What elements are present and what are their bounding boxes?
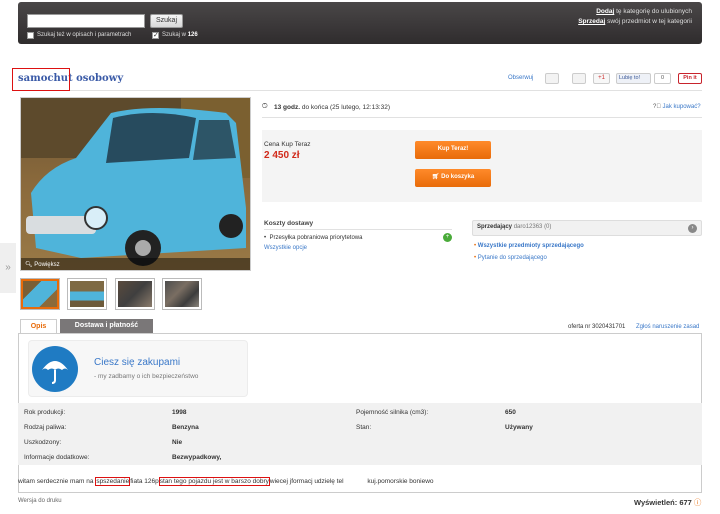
- print-version-link[interactable]: Wersja do druku: [18, 498, 62, 504]
- watch-link[interactable]: Obserwuj: [508, 75, 533, 81]
- gplus-button[interactable]: +1: [593, 73, 610, 84]
- umbrella-icon: [32, 346, 78, 392]
- title-divider: [70, 90, 702, 91]
- car-photo-image: [21, 98, 250, 270]
- seller-all-items[interactable]: • Wszystkie przedmioty sprzedającego: [474, 243, 584, 249]
- help-link[interactable]: ?⃝ Jak kupować?: [653, 104, 701, 110]
- question-icon: ?⃝: [653, 104, 661, 110]
- timer-divider: [262, 117, 702, 118]
- info-icon: ⓘ: [693, 498, 702, 507]
- search-category-checkbox[interactable]: [152, 31, 159, 39]
- search-input[interactable]: [27, 14, 145, 28]
- banner-title: Ciesz się zakupami: [94, 357, 181, 368]
- shipping-divider: [264, 229, 452, 230]
- pinit-button[interactable]: Pin it: [678, 73, 702, 84]
- param-label: Stan:: [356, 424, 372, 431]
- magnifier-icon: 🔍︎: [25, 262, 33, 268]
- tab-description[interactable]: Opis: [20, 319, 57, 333]
- time-remaining: 13 godz. do końca (25 lutego, 12:13:32): [274, 104, 391, 111]
- param-value: Używany: [505, 424, 533, 431]
- title-highlight-box: [12, 68, 70, 91]
- price-label: Cena Kup Teraz: [264, 141, 311, 148]
- seller-info: Sprzedający daro12363 (0): [477, 224, 552, 230]
- zoom-label[interactable]: 🔍︎ Powiększ: [25, 261, 60, 268]
- buy-now-button[interactable]: Kup Teraz!: [415, 141, 491, 159]
- sell-link[interactable]: Sprzedaj: [578, 18, 605, 25]
- sell-in-category-text: Sprzedaj swój przedmiot w tej kategorii: [578, 18, 692, 25]
- main-photo[interactable]: 🔍︎ Powiększ: [20, 97, 251, 271]
- param-value: Bezwypadkowy,: [172, 454, 222, 461]
- plus-icon[interactable]: +: [443, 233, 452, 242]
- thumbnail-2[interactable]: [67, 278, 107, 310]
- seller-expand-icon[interactable]: ›: [688, 224, 697, 233]
- search-button[interactable]: Szukaj: [150, 14, 183, 28]
- param-label: Rodzaj paliwa:: [24, 424, 67, 431]
- clock-icon: 🕓︎: [262, 103, 268, 110]
- side-expand-arrow[interactable]: »: [0, 243, 16, 293]
- param-value: Benzyna: [172, 424, 199, 431]
- cart-icon: 🛒︎: [431, 174, 440, 180]
- seller-ask-question[interactable]: • Pytanie do sprzedającego: [474, 255, 547, 261]
- param-label: Uszkodzony:: [24, 439, 62, 446]
- highlight-spszedanie: spszedanie: [95, 477, 131, 486]
- report-violation-link[interactable]: Zgłoś naruszenie zasad: [636, 324, 699, 330]
- thumbnail-1[interactable]: [20, 278, 60, 310]
- param-value: Nie: [172, 439, 183, 446]
- param-label: Pojemność silnika (cm3):: [356, 409, 429, 416]
- param-value: 1998: [172, 409, 187, 416]
- price-value: 2 450 zł: [264, 150, 300, 161]
- highlight-stan: stan tego pojazdu jest w barszo dobry: [158, 477, 270, 486]
- thumbnail-4[interactable]: [162, 278, 202, 310]
- search-category-label: Szukaj w 126: [162, 32, 198, 38]
- param-label: Rok produkcji:: [24, 409, 66, 416]
- shipping-item: • Przesyłka pobraniowa priorytetowa: [264, 235, 363, 241]
- offer-number: oferta nr 3020431701: [568, 324, 626, 330]
- favorite-category-text: Dodaj tę kategorię do ulubionych: [596, 8, 692, 15]
- fb-like-button[interactable]: Lubię to!: [616, 73, 651, 84]
- thumbnail-3[interactable]: [115, 278, 155, 310]
- param-value: 650: [505, 409, 516, 416]
- param-label: Informacje dodatkowe:: [24, 454, 90, 461]
- add-to-cart-button[interactable]: 🛒︎ Do koszyka: [415, 169, 491, 187]
- search-descriptions-label: Szukaj też w opisach i parametrach: [37, 32, 132, 38]
- all-shipping-options-link[interactable]: Wszystkie opcje: [264, 245, 307, 251]
- search-descriptions-checkbox[interactable]: [27, 32, 34, 39]
- tab-delivery-payment[interactable]: Dostawa i płatność: [60, 319, 153, 333]
- share-button[interactable]: [572, 73, 586, 84]
- email-share-button[interactable]: [545, 73, 559, 84]
- description-text: witam serdecznie mam na spszedaniefiata …: [18, 477, 434, 486]
- banner-subtitle: - my zadbamy o ich bezpieczeństwo: [94, 373, 199, 380]
- views-counter: Wyświetleń: 677 ⓘ: [634, 498, 702, 507]
- add-favorite-link[interactable]: Dodaj: [596, 8, 614, 15]
- shipping-title: Koszty dostawy: [264, 220, 314, 227]
- fb-like-count: 0: [654, 73, 671, 84]
